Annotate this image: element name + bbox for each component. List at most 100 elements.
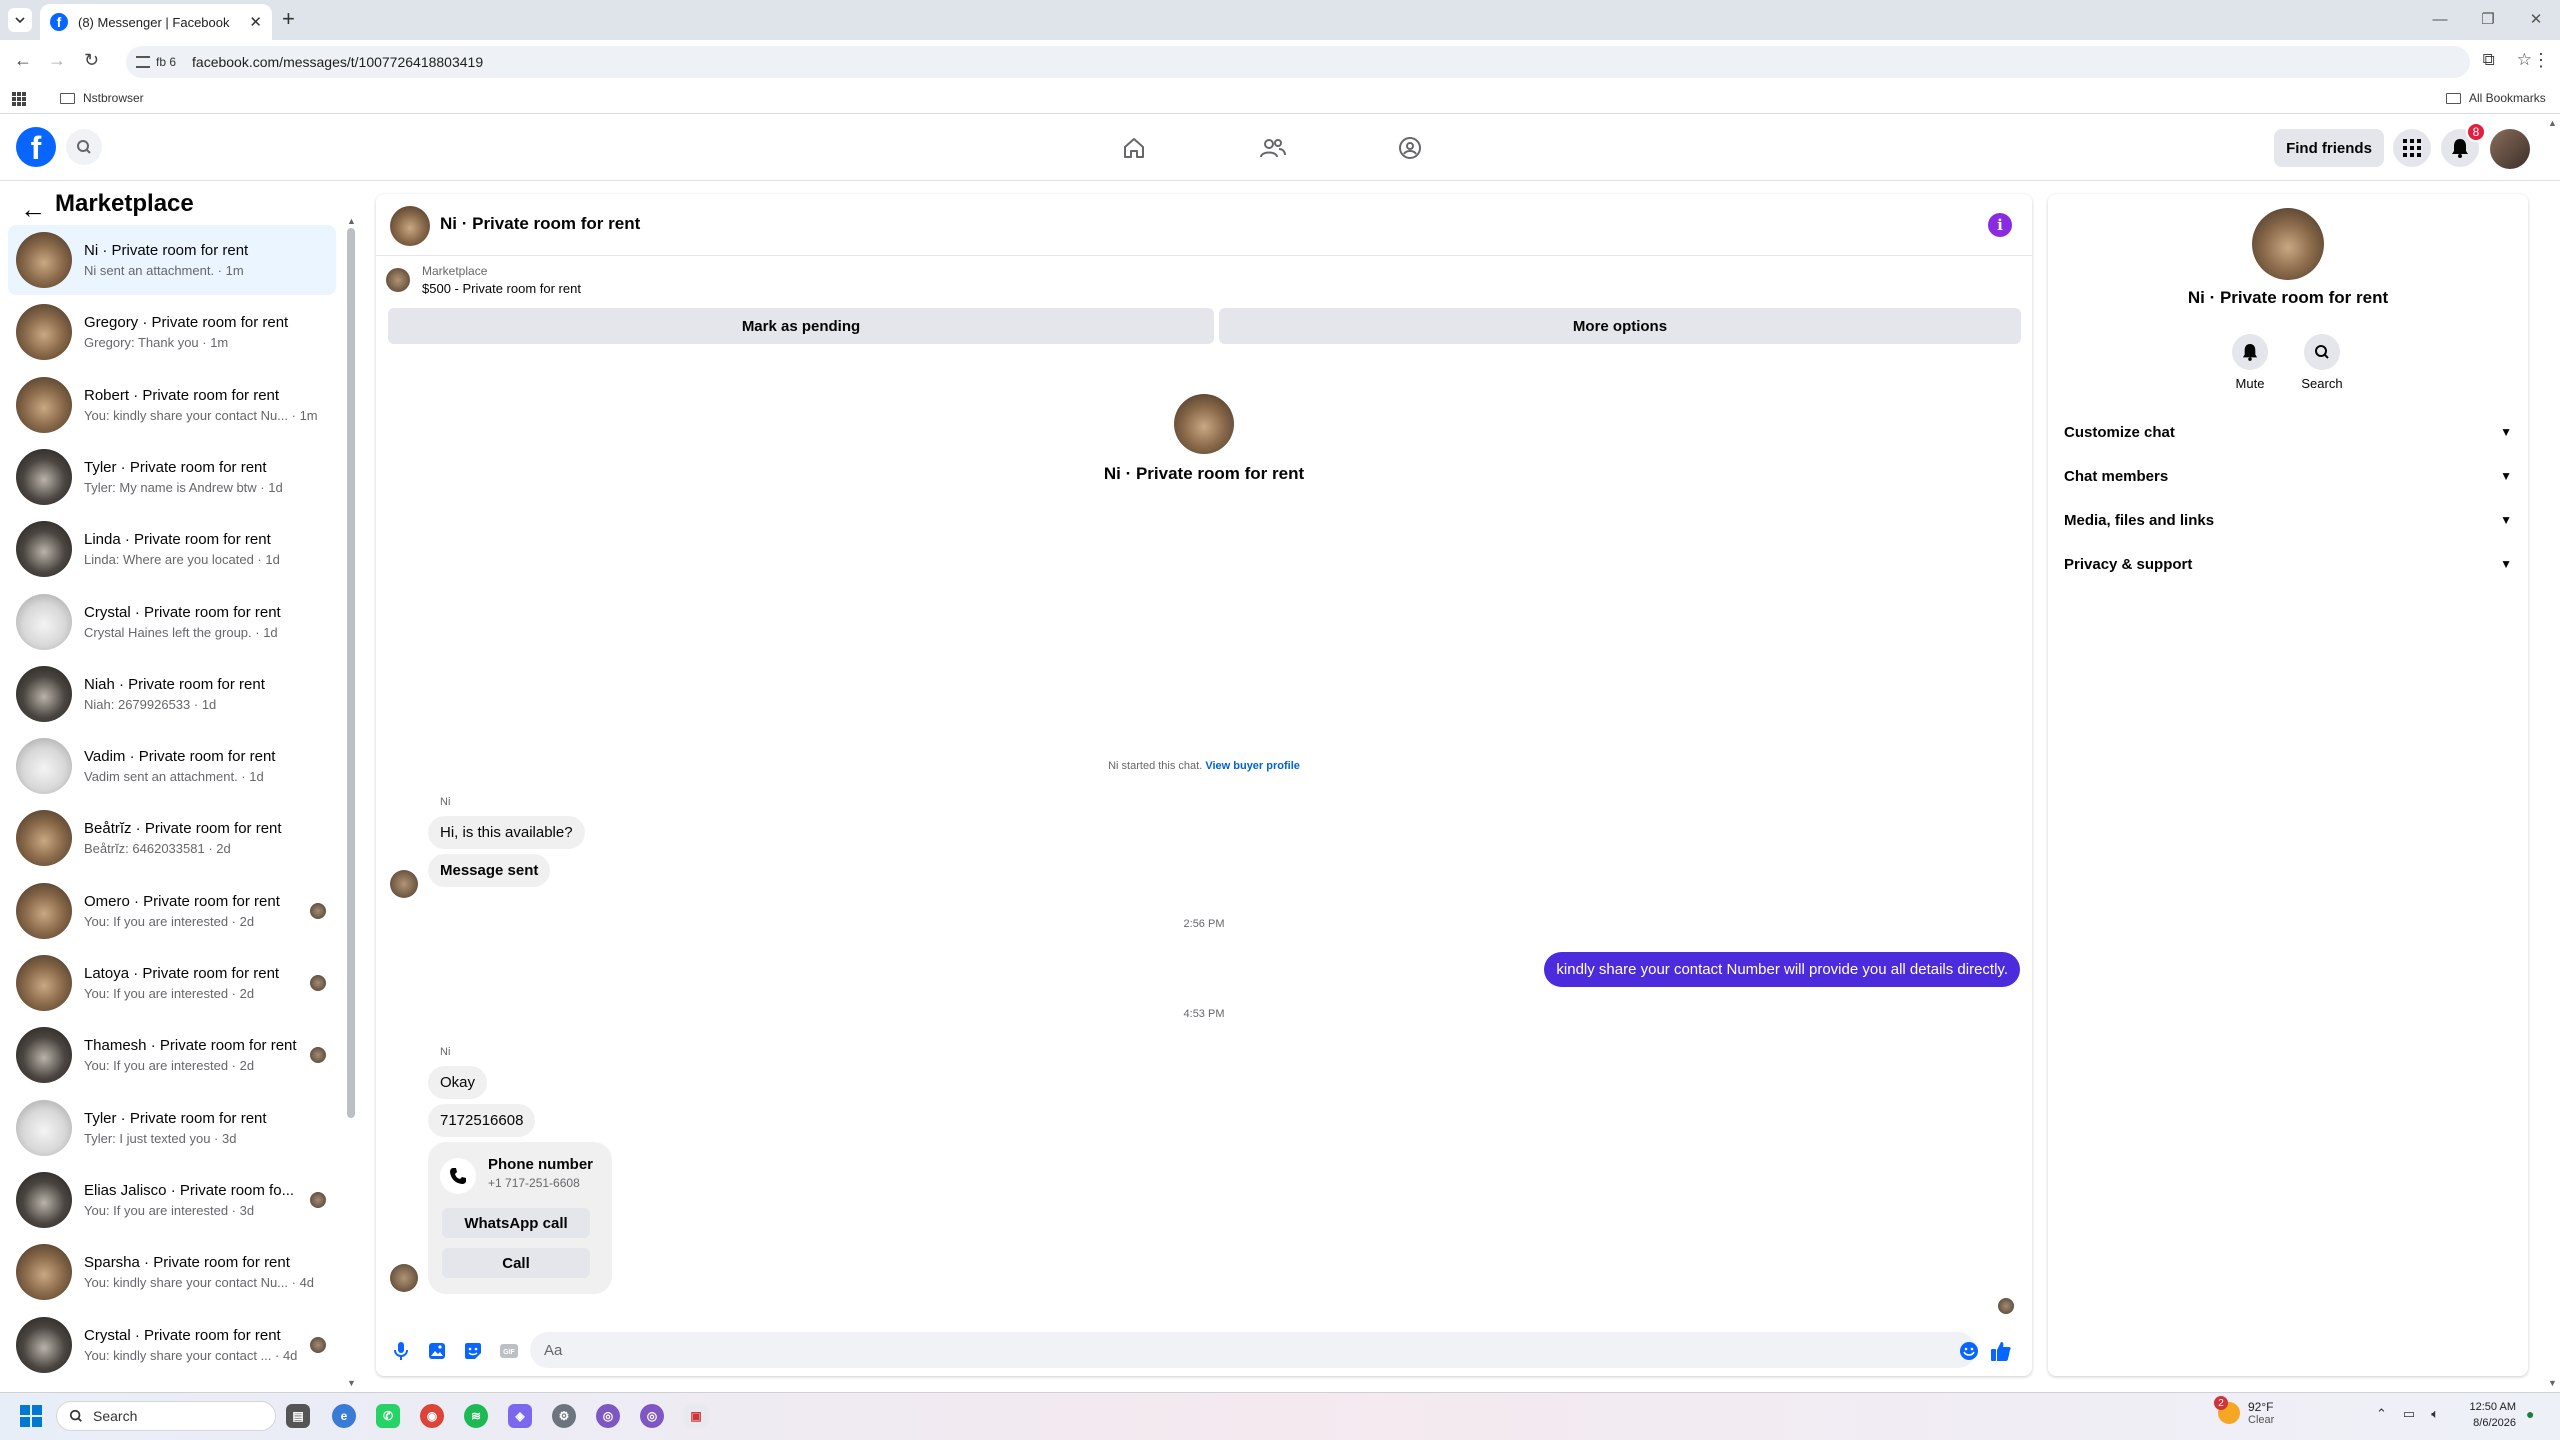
mute-button[interactable]: Mute — [2220, 334, 2280, 391]
address-bar[interactable]: fb 6 facebook.com/messages/t/10077264188… — [126, 46, 2470, 78]
info-icon[interactable]: i — [1988, 213, 2012, 237]
section-privacy-support[interactable]: Privacy & support ▼ — [2064, 542, 2512, 586]
incoming-message[interactable]: Okay — [428, 1066, 488, 1099]
conversation-row[interactable]: Beåtrĭz · Private room for rent Beåtrĭz: … — [8, 803, 336, 873]
chat-title[interactable]: Ni · Private room for rent — [440, 214, 640, 234]
whatsapp-call-button[interactable]: WhatsApp call — [442, 1208, 590, 1238]
conversation-row[interactable]: Tyler · Private room for rent Tyler: I ju… — [8, 1093, 336, 1163]
system-clock[interactable]: 12:50 AM 8/6/2026 — [2456, 1399, 2516, 1431]
bookmark-star-icon[interactable]: ☆ — [2517, 50, 2532, 70]
sender-avatar[interactable] — [390, 870, 418, 898]
restore-icon[interactable]: ❐ — [2464, 0, 2512, 40]
bookmark-folder-nstbrowser[interactable]: Nstbrowser — [60, 91, 144, 105]
conversation-row[interactable]: Gregory · Private room for rent Gregory: … — [8, 297, 336, 367]
conversation-row[interactable]: Thamesh · Private room for rent You: If y… — [8, 1020, 336, 1090]
more-options-button[interactable]: More options — [1219, 308, 2021, 344]
app-icon[interactable]: ◈ — [508, 1404, 532, 1428]
reload-icon[interactable]: ↻ — [84, 50, 99, 71]
chrome-icon[interactable]: ◉ — [420, 1404, 444, 1428]
settings-gear-icon[interactable]: ⚙ — [552, 1404, 576, 1428]
windows-start-icon[interactable] — [20, 1405, 42, 1427]
browser-tab[interactable]: f (8) Messenger | Facebook ✕ — [40, 4, 272, 40]
conversation-row[interactable]: Elias Jalisco · Private room fo... You: I… — [8, 1165, 336, 1235]
details-avatar[interactable] — [2252, 208, 2324, 280]
message-input[interactable]: Aa — [530, 1332, 1976, 1368]
conversation-name: Tyler · Private room for rent — [84, 1109, 267, 1127]
page-scroll-up-icon[interactable]: ▲ — [2548, 118, 2557, 128]
chevron-down-icon: ▼ — [2500, 557, 2512, 571]
forward-icon[interactable]: → — [48, 50, 66, 71]
browser-app-icon[interactable]: ◎ — [640, 1404, 664, 1428]
close-tab-icon[interactable]: ✕ — [249, 13, 262, 31]
back-arrow-icon[interactable]: ← — [20, 194, 46, 225]
nav-home[interactable] — [1116, 133, 1152, 163]
sender-avatar[interactable] — [390, 1264, 418, 1292]
facebook-logo-icon[interactable]: f — [16, 127, 56, 167]
apps-grid-icon[interactable] — [12, 92, 26, 106]
scroll-down-arrow-icon[interactable]: ▼ — [347, 1378, 356, 1388]
conversation-row[interactable]: Ni · Private room for rent Ni sent an att… — [8, 225, 336, 295]
site-info-chip[interactable]: fb 6 — [136, 55, 176, 69]
url-text[interactable]: facebook.com/messages/t/1007726418803419 — [192, 54, 483, 70]
edge-icon[interactable]: e — [332, 1404, 356, 1428]
incoming-message[interactable]: 7172516608 — [428, 1104, 536, 1137]
browser-app-icon[interactable]: ◎ — [596, 1404, 620, 1428]
conversation-row[interactable]: Tyler · Private room for rent Tyler: My n… — [8, 442, 336, 512]
all-bookmarks-button[interactable]: All Bookmarks — [2446, 91, 2546, 105]
conversation-row[interactable]: Niah · Private room for rent Niah: 267992… — [8, 659, 336, 729]
back-icon[interactable]: ← — [14, 50, 32, 71]
spotify-icon[interactable]: ≋ — [464, 1404, 488, 1428]
browser-menu-icon[interactable]: ⋮ — [2532, 50, 2550, 71]
search-in-conversation-button[interactable]: Search — [2292, 334, 2352, 391]
mark-as-pending-button[interactable]: Mark as pending — [388, 308, 1214, 344]
scroll-up-arrow-icon[interactable]: ▲ — [347, 216, 356, 226]
section-chat-members[interactable]: Chat members ▼ — [2064, 454, 2512, 498]
task-view-icon[interactable]: ▤ — [286, 1404, 310, 1428]
section-customize-chat[interactable]: Customize chat ▼ — [2064, 410, 2512, 454]
whatsapp-icon[interactable]: ✆ — [376, 1404, 400, 1428]
microphone-icon[interactable] — [390, 1340, 412, 1362]
chevron-up-icon[interactable]: ⌃ — [2376, 1406, 2387, 1422]
chat-avatar[interactable] — [390, 206, 430, 246]
weather-widget[interactable]: 2 92°F Clear — [2214, 1396, 2274, 1426]
facebook-search-button[interactable] — [66, 129, 102, 165]
like-icon[interactable] — [1990, 1340, 2012, 1362]
nstbrowser-icon[interactable]: ▣ — [684, 1404, 708, 1428]
new-tab-button[interactable]: + — [282, 8, 295, 30]
conversation-row[interactable]: Crystal · Private room for rent You: kind… — [8, 1310, 336, 1380]
sidebar-scrollbar[interactable] — [347, 228, 355, 1118]
gif-icon[interactable]: GIF — [498, 1340, 520, 1362]
tab-search-button[interactable] — [8, 8, 32, 32]
conversation-row[interactable]: Crystal · Private room for rent Crystal H… — [8, 587, 336, 657]
call-button[interactable]: Call — [442, 1248, 590, 1278]
section-media-files-links[interactable]: Media, files and links ▼ — [2064, 498, 2512, 542]
conversation-row[interactable]: Sparsha · Private room for rent You: kind… — [8, 1237, 336, 1307]
nav-groups[interactable] — [1392, 133, 1428, 163]
volume-icon[interactable]: 🔈︎ — [2431, 1406, 2439, 1422]
minimize-icon[interactable]: — — [2416, 0, 2464, 40]
sticker-icon[interactable] — [462, 1340, 484, 1362]
install-app-icon[interactable]: ⧉ — [2483, 50, 2495, 70]
find-friends-button[interactable]: Find friends — [2274, 129, 2384, 167]
account-avatar[interactable] — [2490, 129, 2530, 169]
listing-summary[interactable]: Marketplace $500 - Private room for rent — [386, 264, 581, 296]
outgoing-message[interactable]: kindly share your contact Number will pr… — [1544, 952, 2020, 987]
network-icon[interactable]: ▭ — [2403, 1406, 2415, 1422]
conversation-row[interactable]: Vadim · Private room for rent Vadim sent … — [8, 731, 336, 801]
notification-bell-icon[interactable]: ● — [2526, 1406, 2534, 1422]
conversation-row[interactable]: Latoya · Private room for rent You: If yo… — [8, 948, 336, 1018]
close-window-icon[interactable]: ✕ — [2512, 0, 2560, 40]
conversation-row[interactable]: Linda · Private room for rent Linda: Wher… — [8, 514, 336, 584]
intro-avatar[interactable] — [1174, 394, 1234, 454]
incoming-message[interactable]: Hi, is this available? — [428, 816, 585, 849]
emoji-icon[interactable] — [1958, 1340, 1980, 1362]
taskbar-search[interactable]: Search — [56, 1401, 276, 1431]
photo-icon[interactable] — [426, 1340, 448, 1362]
menu-button[interactable] — [2393, 129, 2431, 167]
conversation-row[interactable]: Robert · Private room for rent You: kindl… — [8, 370, 336, 440]
conversation-row[interactable]: Omero · Private room for rent You: If you… — [8, 876, 336, 946]
page-scroll-down-icon[interactable]: ▼ — [2548, 1378, 2557, 1388]
incoming-message[interactable]: Message sent — [428, 854, 551, 887]
view-buyer-profile-link[interactable]: View buyer profile — [1205, 760, 1300, 772]
nav-friends[interactable] — [1255, 133, 1291, 163]
